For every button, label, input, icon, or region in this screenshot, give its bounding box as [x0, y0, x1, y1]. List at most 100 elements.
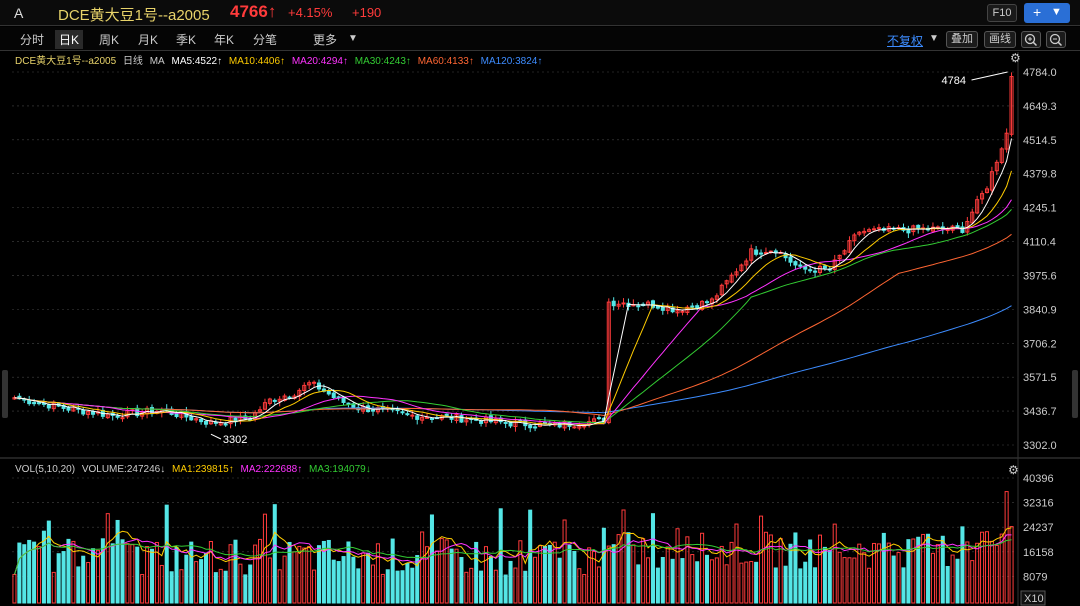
- volume-bar: [537, 545, 543, 604]
- volume-bar: [714, 557, 719, 604]
- ma60-line: [14, 233, 1012, 417]
- volume-tick-label: 24237: [1023, 522, 1054, 534]
- volume-bar: [17, 542, 22, 604]
- volume-bar: [724, 564, 729, 604]
- volume-bar: [439, 538, 444, 604]
- volume-bar: [773, 567, 778, 604]
- high-annotation-line: [971, 71, 1008, 81]
- volume-bar: [822, 546, 827, 604]
- volume-bar: [1009, 526, 1014, 604]
- candle-body: [27, 399, 32, 405]
- volume-bar: [847, 557, 852, 604]
- volume-bar: [61, 551, 66, 604]
- volume-bar: [405, 563, 410, 604]
- candle-body: [655, 305, 660, 309]
- volume-bar: [798, 568, 803, 604]
- price-tick-label: 4784.0: [1023, 67, 1057, 79]
- volume-bar: [881, 532, 886, 604]
- volume-bar: [837, 551, 842, 604]
- volume-bar: [955, 558, 960, 604]
- vol-ma2-line: [14, 534, 1012, 575]
- candle-body: [425, 416, 430, 419]
- candle-body: [66, 406, 71, 411]
- volume-bar: [498, 508, 503, 604]
- volume-bar: [292, 551, 297, 604]
- volume-bar: [366, 552, 371, 604]
- price-tick-label: 4649.3: [1023, 101, 1057, 113]
- volume-bar: [660, 556, 665, 604]
- ma5-line: [14, 138, 1012, 427]
- candle-body: [410, 414, 415, 417]
- volume-bar: [970, 560, 975, 604]
- right-scroll-handle: [1072, 370, 1078, 418]
- volume-bar: [646, 557, 651, 604]
- candle-body: [822, 265, 827, 269]
- volume-bar: [508, 560, 513, 604]
- volume-bar: [76, 566, 81, 604]
- volume-bar: [248, 564, 253, 604]
- candle-body: [46, 404, 51, 409]
- volume-bar: [572, 551, 577, 604]
- volume-bar: [513, 567, 518, 604]
- volume-bar: [891, 555, 896, 604]
- volume-bar: [336, 561, 341, 604]
- volume-bar: [262, 513, 267, 604]
- kline-chart[interactable]: 4784.0 4649.3 4514.5 4379.8 4245.1 4110.4 3975…: [0, 0, 1080, 606]
- volume-bar: [960, 526, 965, 604]
- volume-bar: [228, 544, 233, 604]
- volume-bar: [56, 553, 61, 604]
- volume-bar: [636, 564, 641, 604]
- volume-bar: [125, 543, 130, 604]
- volume-bar: [464, 571, 469, 604]
- volume-bar: [351, 556, 356, 604]
- left-scroll-handle: [2, 370, 8, 418]
- candle-body: [120, 417, 125, 420]
- candle-body: [636, 305, 641, 308]
- candle-body: [199, 418, 204, 423]
- candle-body: [704, 301, 710, 304]
- candle-body: [272, 399, 277, 402]
- volume-bar: [238, 563, 243, 604]
- volume-bar: [149, 548, 155, 604]
- volume-bar: [400, 570, 405, 604]
- volume-bar: [862, 552, 867, 604]
- volume-bar: [665, 546, 670, 604]
- candle-body: [793, 261, 798, 266]
- ma20-line: [14, 199, 1012, 425]
- volume-bar: [739, 562, 744, 604]
- volume-bar: [434, 550, 439, 604]
- volume-bar: [380, 573, 385, 604]
- candle-body: [813, 270, 818, 273]
- volume-bar: [51, 571, 56, 604]
- volume-bar: [361, 552, 366, 604]
- candle-body: [444, 413, 449, 417]
- volume-bar: [218, 568, 223, 604]
- volume-bar: [479, 570, 484, 604]
- ma120-line: [14, 305, 1012, 414]
- volume-bar: [474, 541, 479, 604]
- volume-bar: [199, 559, 204, 604]
- volume-bar: [719, 545, 724, 604]
- volume-bar: [759, 515, 764, 604]
- candle-body: [542, 421, 547, 424]
- volume-bar: [429, 514, 434, 604]
- candle-body: [788, 256, 793, 263]
- volume-bar: [233, 539, 238, 604]
- volume-bar: [655, 567, 660, 604]
- candle-body: [326, 390, 331, 395]
- volume-bar: [763, 531, 768, 604]
- volume-bar: [503, 574, 508, 604]
- volume-bar: [793, 532, 798, 604]
- volume-bar: [1004, 491, 1009, 604]
- volume-bar: [120, 539, 125, 604]
- volume-bar: [341, 556, 346, 604]
- volume-bar: [542, 545, 547, 604]
- volume-bar: [184, 554, 189, 604]
- volume-bar: [935, 544, 940, 604]
- settings-gear-icon: ⚙: [1010, 51, 1021, 65]
- volume-bar: [827, 550, 832, 604]
- volume-tick-label: 8079: [1023, 571, 1047, 583]
- volume-bar: [650, 513, 656, 604]
- volume-bar: [552, 541, 557, 604]
- volume-bar: [621, 509, 626, 604]
